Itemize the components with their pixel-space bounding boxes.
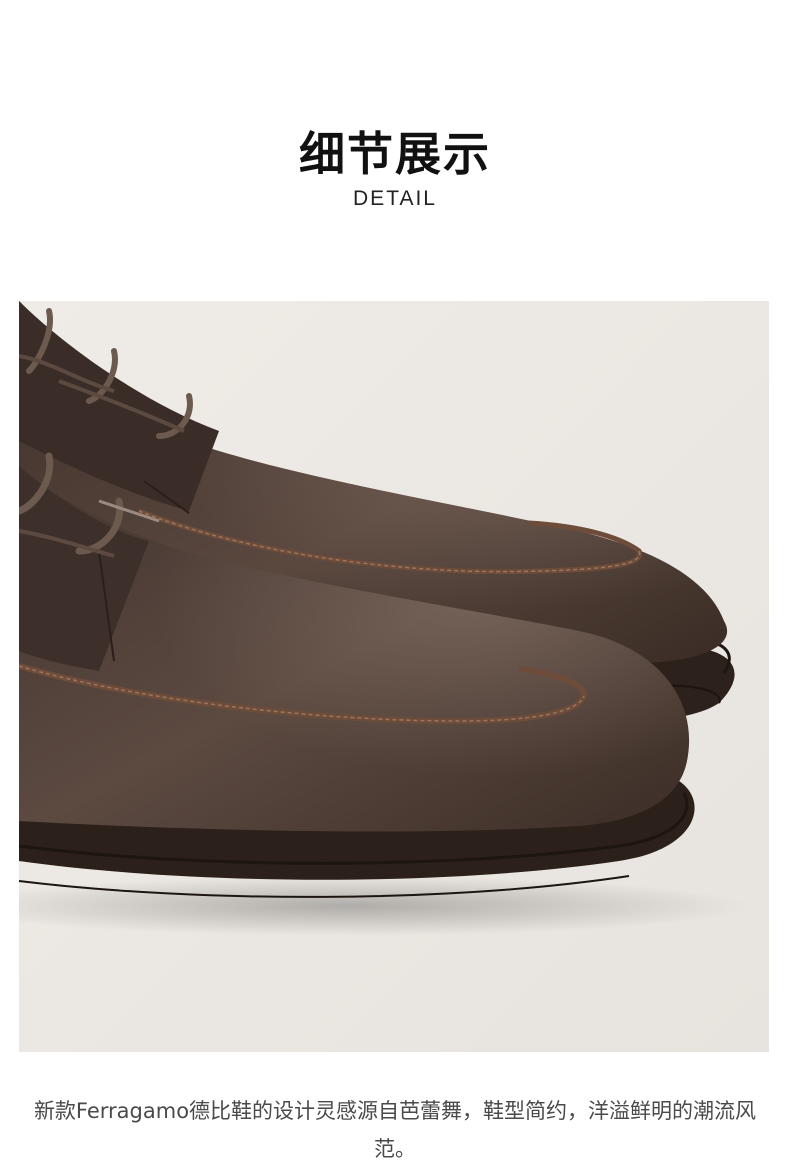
- section-subtitle: DETAIL: [353, 187, 437, 210]
- section-header: 细节展示 DETAIL: [0, 126, 790, 212]
- section-title: 细节展示: [299, 127, 491, 181]
- product-description: 新款Ferragamo德比鞋的设计灵感源自芭蕾舞，鞋型简约，洋溢鲜明的潮流风范。: [33, 1099, 757, 1161]
- shoe-illustration: [19, 301, 769, 1052]
- product-detail-image: [19, 301, 769, 1052]
